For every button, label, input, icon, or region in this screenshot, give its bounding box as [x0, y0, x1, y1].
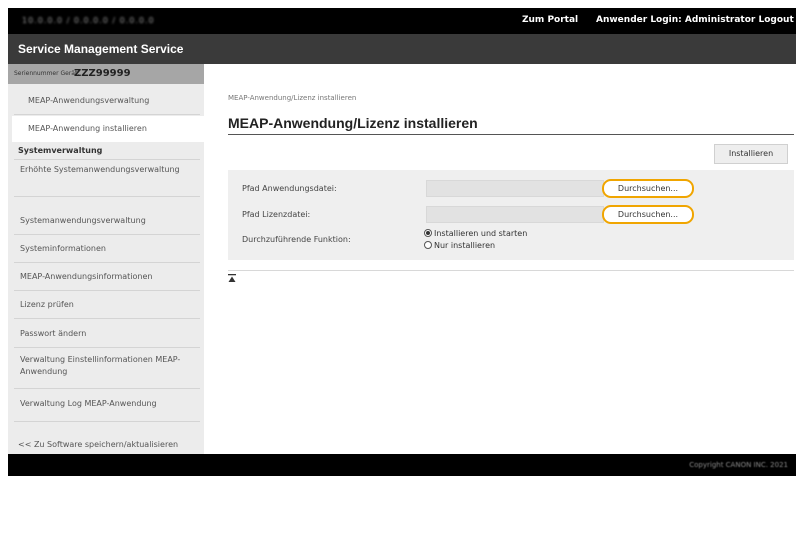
- content-divider: [228, 270, 794, 271]
- browse-license-button[interactable]: Durchsuchen...: [602, 205, 694, 224]
- login-status[interactable]: Anwender Login: Administrator Logout: [596, 15, 794, 25]
- top-bar: 10.0.0.0 / 0.0.0.0 / 0.0.0.0 / Zum Porta…: [8, 8, 796, 34]
- sidebar-item-system-info[interactable]: Systeminformationen: [8, 243, 204, 255]
- main-content: MEAP-Anwendung/Lizenz installieren MEAP-…: [204, 84, 796, 454]
- serial-label: Seriennummer Gerät:: [14, 70, 80, 77]
- sidebar-divider: [14, 421, 200, 422]
- sidebar-divider: [14, 318, 200, 319]
- serial-bar: Seriennummer Gerät: ZZZ99999: [8, 64, 204, 84]
- sidebar-divider: [14, 347, 200, 348]
- install-form: Pfad Anwendungsdatei: Durchsuchen... Pfa…: [228, 170, 794, 260]
- sidebar-divider: [14, 388, 200, 389]
- sidebar-item-meap-info[interactable]: MEAP-Anwendungsinformationen: [8, 271, 204, 283]
- app-path-label: Pfad Anwendungsdatei:: [242, 184, 337, 193]
- radio-install-only[interactable]: Nur installieren: [424, 241, 495, 250]
- breadcrumb: MEAP-Anwendung/Lizenz installieren: [228, 94, 357, 102]
- sidebar-section-header: Systemverwaltung: [18, 146, 103, 155]
- sidebar-item-install-meap[interactable]: MEAP-Anwendung installieren: [12, 116, 204, 142]
- install-button[interactable]: Installieren: [714, 144, 788, 164]
- license-path-label: Pfad Lizenzdatei:: [242, 210, 311, 219]
- sidebar-divider: [14, 262, 200, 263]
- sidebar-item-extended-system-management[interactable]: Erhöhte Systemanwendungsverwaltung: [8, 164, 198, 176]
- app-title-bar: Service Management Service: [8, 34, 796, 64]
- function-label: Durchzuführende Funktion:: [242, 235, 351, 244]
- sidebar-divider: [14, 290, 200, 291]
- sidebar: MEAP-Anwendungsverwaltung MEAP-Anwendung…: [8, 84, 204, 454]
- sidebar-item-system-management[interactable]: Systemanwendungsverwaltung: [8, 215, 204, 227]
- radio-selected-icon: [424, 229, 432, 237]
- sidebar-item-meap-management[interactable]: MEAP-Anwendungsverwaltung: [8, 95, 204, 107]
- radio-install-and-start-label: Installieren und starten: [434, 229, 528, 238]
- license-path-input[interactable]: [426, 206, 604, 223]
- device-address: 10.0.0.0 / 0.0.0.0 / 0.0.0.0 /: [22, 16, 158, 25]
- browser-page: 10.0.0.0 / 0.0.0.0 / 0.0.0.0 / Zum Porta…: [8, 8, 796, 552]
- serial-value: ZZZ99999: [74, 68, 131, 79]
- app-title: Service Management Service: [18, 42, 184, 56]
- app-path-input[interactable]: [426, 180, 604, 197]
- sidebar-divider: [14, 234, 200, 235]
- sidebar-divider: [14, 196, 200, 197]
- footer-bar: Copyright CANON INC. 2021: [8, 454, 796, 476]
- browse-app-button[interactable]: Durchsuchen...: [602, 179, 694, 198]
- sidebar-divider: [14, 159, 200, 160]
- sidebar-item-meap-log[interactable]: Verwaltung Log MEAP-Anwendung: [8, 398, 204, 410]
- title-divider: [228, 134, 794, 135]
- sidebar-divider: [14, 114, 200, 115]
- page-title: MEAP-Anwendung/Lizenz installieren: [228, 115, 478, 131]
- page-top-icon[interactable]: [228, 274, 236, 284]
- sidebar-item-check-license[interactable]: Lizenz prüfen: [8, 299, 204, 311]
- sidebar-item-change-password[interactable]: Passwort ändern: [8, 328, 204, 340]
- radio-unselected-icon: [424, 241, 432, 249]
- back-to-software-link[interactable]: << Zu Software speichern/aktualisieren: [18, 440, 178, 449]
- radio-install-only-label: Nur installieren: [434, 241, 496, 250]
- radio-install-and-start[interactable]: Installieren und starten: [424, 229, 527, 238]
- portal-link[interactable]: Zum Portal: [522, 15, 578, 25]
- copyright-text: Copyright CANON INC. 2021: [689, 461, 788, 469]
- sidebar-item-meap-settings-info[interactable]: Verwaltung Einstellinformationen MEAP-An…: [8, 354, 198, 378]
